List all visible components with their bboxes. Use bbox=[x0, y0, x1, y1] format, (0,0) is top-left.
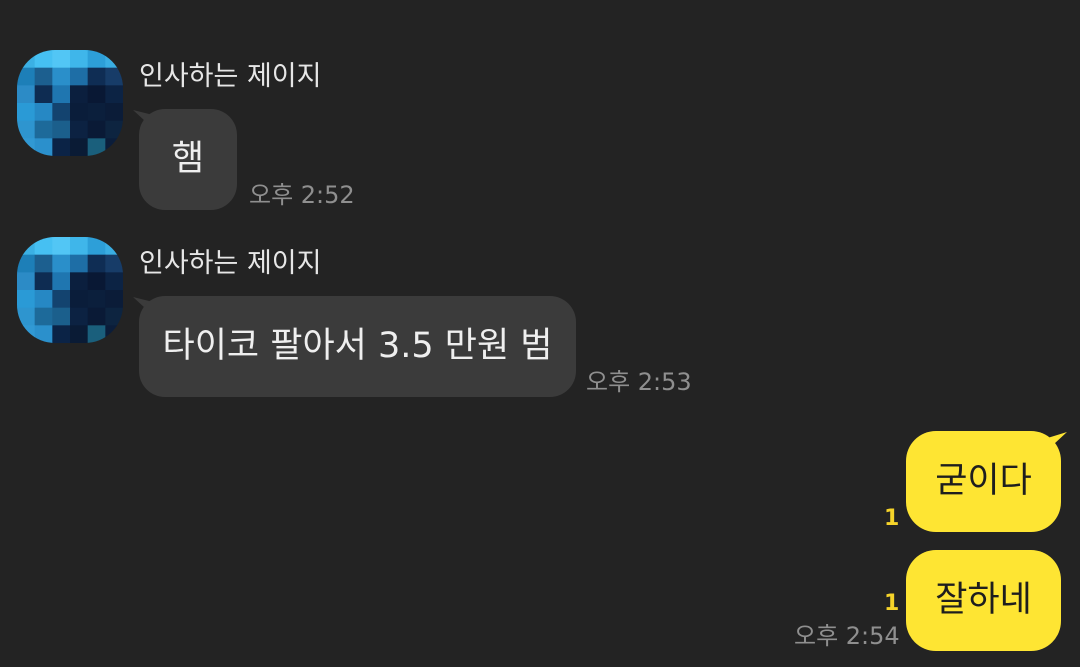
message-bubble-incoming[interactable]: 타이코 팔아서 3.5 만원 범 bbox=[139, 296, 576, 397]
sender-avatar[interactable] bbox=[17, 50, 123, 156]
unread-count: 1 bbox=[884, 506, 900, 531]
message-time: 오후 2:53 bbox=[586, 368, 692, 396]
sender-name: 인사하는 제이지 bbox=[139, 61, 322, 92]
message-bubble-incoming[interactable]: 햄 bbox=[139, 109, 237, 210]
sender-name: 인사하는 제이지 bbox=[139, 248, 322, 279]
message-time: 오후 2:54 bbox=[794, 622, 900, 650]
sender-avatar[interactable] bbox=[17, 237, 123, 343]
unread-count: 1 bbox=[884, 591, 900, 616]
message-bubble-outgoing[interactable]: 굳이다 bbox=[906, 431, 1061, 532]
message-time: 오후 2:52 bbox=[249, 181, 355, 209]
chat-room: 인사하는 제이지 햄 오후 2:52 인사하는 제이지 타이코 팔아서 3.5 … bbox=[0, 0, 1080, 667]
pixelated-avatar-icon bbox=[17, 50, 123, 156]
message-bubble-outgoing[interactable]: 잘하네 bbox=[906, 550, 1061, 651]
pixelated-avatar-icon bbox=[17, 237, 123, 343]
